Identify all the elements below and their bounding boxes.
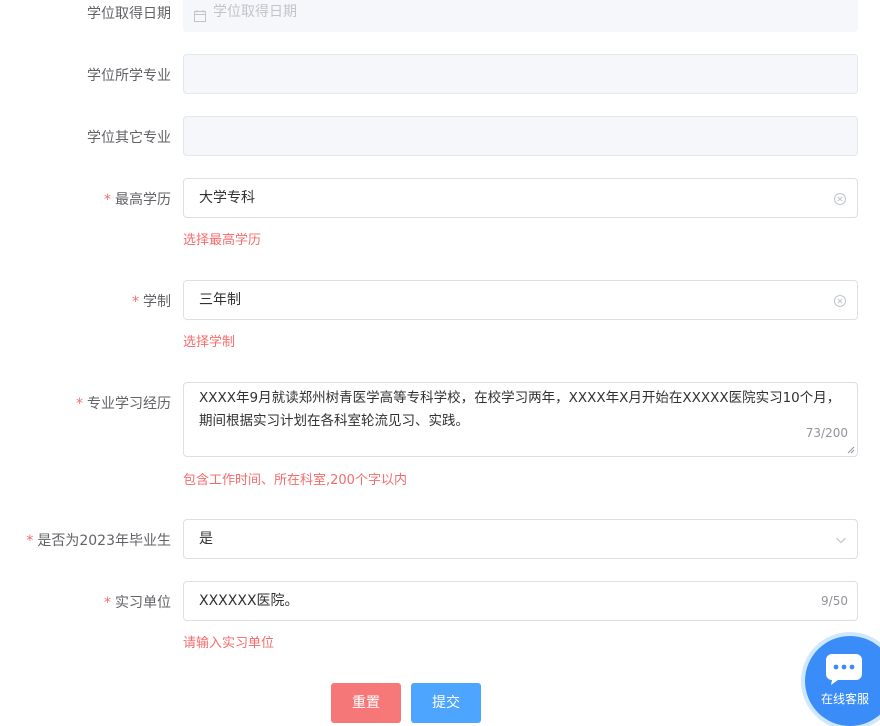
degree-date-placeholder: 学位取得日期	[213, 4, 297, 20]
chat-bubble-icon	[826, 654, 862, 685]
clear-icon[interactable]	[833, 294, 847, 308]
required-mark: *	[104, 192, 111, 208]
study-experience-counter: 73/200	[805, 426, 848, 440]
school-system-select[interactable]: 三年制	[183, 280, 858, 320]
school-system-error: 选择学制	[183, 335, 236, 350]
internship-unit-value: XXXXXX医院。	[199, 593, 299, 609]
degree-other-major-input[interactable]	[183, 116, 858, 156]
internship-unit-label: * 实习单位	[104, 595, 171, 611]
submit-button[interactable]: 提交	[411, 683, 481, 723]
chevron-down-icon	[836, 537, 846, 544]
clear-icon[interactable]	[833, 192, 847, 206]
customer-service-label: 在线客服	[821, 692, 870, 706]
required-mark: *	[132, 294, 139, 310]
internship-unit-error: 请输入实习单位	[183, 636, 275, 651]
calendar-icon	[194, 10, 206, 22]
reset-button[interactable]: 重置	[331, 683, 401, 723]
required-mark: *	[26, 533, 34, 549]
graduate-2023-value: 是	[199, 531, 213, 547]
degree-other-major-label: 学位其它专业	[87, 130, 171, 146]
internship-unit-input[interactable]: XXXXXX医院。 9/50	[183, 581, 858, 621]
degree-major-label: 学位所学专业	[87, 68, 171, 84]
highest-edu-label: * 最高学历	[104, 192, 171, 208]
school-system-value: 三年制	[199, 292, 241, 308]
school-system-label: * 学制	[132, 294, 171, 310]
internship-unit-counter: 9/50	[821, 594, 848, 608]
degree-date-label: 学位取得日期	[87, 6, 171, 22]
required-mark: *	[104, 595, 111, 611]
resize-handle-icon[interactable]	[847, 446, 855, 454]
customer-service-button[interactable]: 在线客服	[805, 636, 880, 726]
degree-date-input[interactable]: 学位取得日期	[183, 0, 858, 32]
degree-major-input[interactable]	[183, 54, 858, 94]
study-experience-text: XXXX年9月就读郑州树青医学高等专科学校，在校学习两年，XXXX年X月开始在X…	[199, 390, 841, 429]
required-mark: *	[76, 396, 83, 412]
graduate-2023-select[interactable]: 是	[183, 519, 858, 559]
study-experience-error: 包含工作时间、所在科室,200个字以内	[183, 473, 407, 488]
graduate-2023-label: * 是否为2023年毕业生	[26, 533, 171, 549]
highest-edu-value: 大学专科	[199, 190, 255, 206]
highest-edu-error: 选择最高学历	[183, 233, 262, 248]
study-experience-label: * 专业学习经历	[76, 396, 171, 412]
study-experience-textarea[interactable]: XXXX年9月就读郑州树青医学高等专科学校，在校学习两年，XXXX年X月开始在X…	[183, 382, 858, 457]
highest-edu-select[interactable]: 大学专科	[183, 178, 858, 218]
